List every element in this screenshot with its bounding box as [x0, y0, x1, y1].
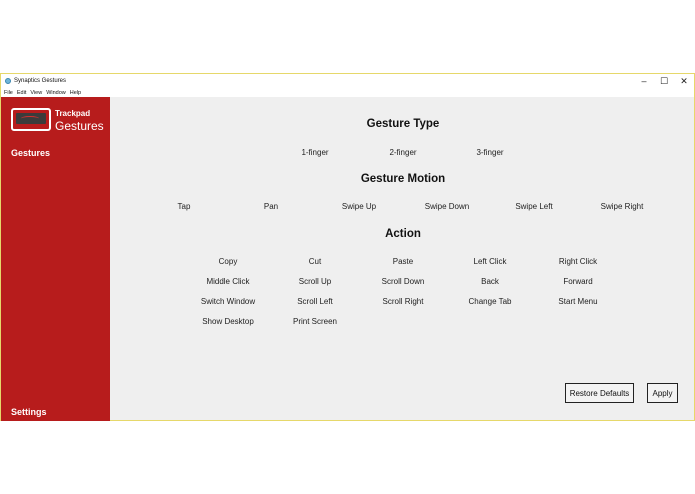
- motion-swipe-left[interactable]: Swipe Left: [515, 202, 552, 211]
- apply-button[interactable]: Apply: [647, 383, 678, 403]
- gesture-type-title: Gesture Type: [366, 118, 440, 130]
- motion-swipe-right[interactable]: Swipe Right: [601, 202, 644, 211]
- action-scroll-down[interactable]: Scroll Down: [382, 277, 425, 286]
- action-switch-window[interactable]: Switch Window: [201, 297, 255, 306]
- gesture-type-3-finger[interactable]: 3-finger: [476, 148, 503, 157]
- close-button[interactable]: ✕: [674, 74, 694, 88]
- action-middle-click[interactable]: Middle Click: [206, 277, 249, 286]
- action-show-desktop[interactable]: Show Desktop: [202, 317, 254, 326]
- motion-swipe-up[interactable]: Swipe Up: [342, 202, 376, 211]
- minimize-button[interactable]: –: [634, 74, 654, 88]
- action-scroll-up[interactable]: Scroll Up: [299, 277, 331, 286]
- motion-pan[interactable]: Pan: [264, 202, 278, 211]
- trackpad-logo-icon: [11, 108, 51, 131]
- app-icon: [5, 78, 11, 84]
- action-right-click[interactable]: Right Click: [559, 257, 597, 266]
- motion-swipe-down[interactable]: Swipe Down: [425, 202, 469, 211]
- app-window: Synaptics Gestures – ☐ ✕ File Edit View …: [0, 73, 695, 421]
- action-paste[interactable]: Paste: [393, 257, 413, 266]
- menu-window[interactable]: Window: [46, 90, 66, 96]
- gesture-type-1-finger[interactable]: 1-finger: [301, 148, 328, 157]
- action-left-click[interactable]: Left Click: [474, 257, 507, 266]
- menu-edit[interactable]: Edit: [17, 90, 26, 96]
- motion-tap[interactable]: Tap: [178, 202, 191, 211]
- maximize-button[interactable]: ☐: [654, 74, 674, 88]
- logo-title-big: Gestures: [55, 119, 104, 133]
- gesture-type-2-finger[interactable]: 2-finger: [389, 148, 416, 157]
- menu-bar: File Edit View Window Help: [1, 88, 694, 97]
- action-cut[interactable]: Cut: [309, 257, 321, 266]
- sidebar-item-gestures[interactable]: Gestures: [11, 148, 50, 158]
- action-title: Action: [385, 228, 421, 240]
- menu-file[interactable]: File: [4, 90, 13, 96]
- sidebar-item-settings[interactable]: Settings: [11, 407, 47, 417]
- menu-help[interactable]: Help: [70, 90, 81, 96]
- action-start-menu[interactable]: Start Menu: [558, 297, 597, 306]
- action-change-tab[interactable]: Change Tab: [469, 297, 512, 306]
- title-bar: Synaptics Gestures – ☐ ✕: [1, 74, 694, 88]
- gesture-motion-title: Gesture Motion: [360, 173, 446, 185]
- action-copy[interactable]: Copy: [219, 257, 238, 266]
- action-scroll-left[interactable]: Scroll Left: [297, 297, 333, 306]
- menu-view[interactable]: View: [30, 90, 42, 96]
- sidebar: Trackpad Gestures Gestures Settings: [1, 97, 110, 421]
- logo-title-small: Trackpad: [55, 109, 91, 118]
- action-forward[interactable]: Forward: [563, 277, 592, 286]
- action-scroll-right[interactable]: Scroll Right: [383, 297, 424, 306]
- action-print-screen[interactable]: Print Screen: [293, 317, 337, 326]
- action-back[interactable]: Back: [481, 277, 499, 286]
- restore-defaults-button[interactable]: Restore Defaults: [565, 383, 634, 403]
- window-title: Synaptics Gestures: [14, 78, 67, 84]
